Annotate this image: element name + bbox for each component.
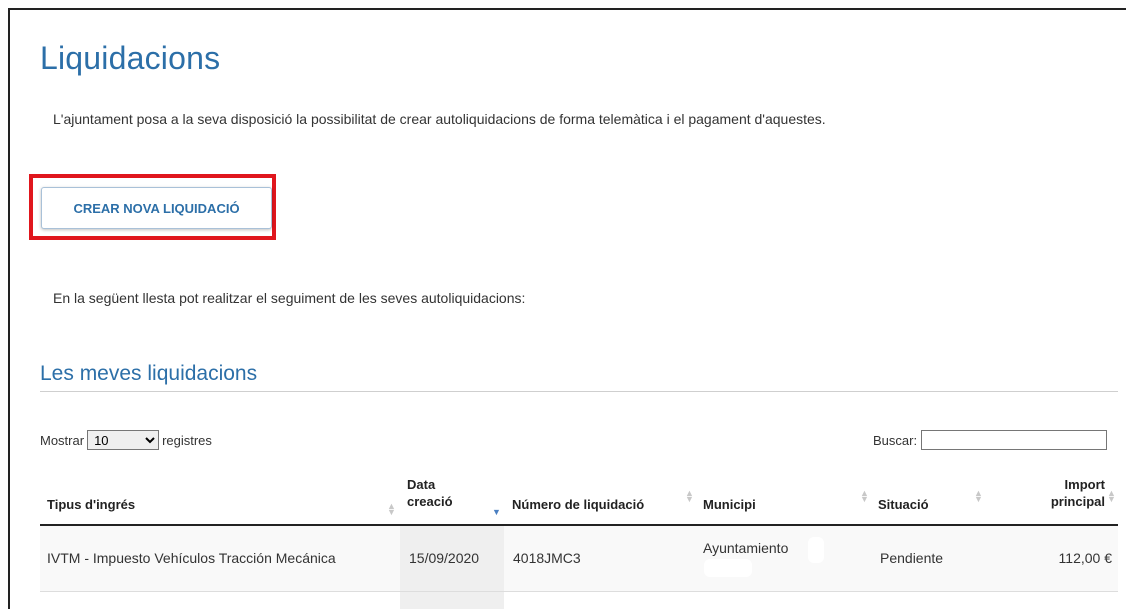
column-header-numero[interactable]: Número de liquidació [512,496,644,513]
sort-both-icon: ▲ ▼ [974,488,983,504]
section-divider [40,391,1118,392]
search-control: Buscar: [873,430,1108,450]
follow-text: En la següent llesta pot realitzar el se… [53,290,526,306]
sort-both-icon: ▲ ▼ [387,501,396,517]
column-header-data[interactable]: Data creació [407,476,453,510]
page-title: Liquidacions [40,40,221,76]
cell-situacio: Pendiente [880,550,944,566]
sorted-column-highlight [400,526,504,609]
create-new-liquidation-button[interactable]: CREAR NOVA LIQUIDACIÓ [41,187,272,229]
redaction-mark [808,537,824,563]
sort-both-icon: ▲ ▼ [685,488,694,504]
cell-numero: 4018JMC3 [513,550,581,566]
page-length-control: Mostrar 10 registres [40,430,212,450]
column-header-import[interactable]: Import principal [1015,476,1105,510]
intro-text: L'ajuntament posa a la seva disposició l… [53,111,826,127]
column-header-situacio[interactable]: Situació [878,496,929,513]
table-row-divider [40,591,1118,592]
cell-import: 112,00 € [1058,550,1112,566]
page-frame [8,8,1126,609]
search-label: Buscar: [873,432,918,448]
section-title: Les meves liquidacions [40,362,258,385]
sort-both-icon: ▲ ▼ [1107,488,1116,504]
cell-tipus: IVTM - Impuesto Vehículos Tracción Mecán… [47,550,336,566]
cell-data: 15/09/2020 [409,550,480,566]
show-label: Mostrar [40,432,85,448]
column-header-tipus[interactable]: Tipus d'ingrés [47,496,135,513]
column-header-municipi[interactable]: Municipi [703,496,756,513]
redaction-mark [704,559,752,577]
sort-desc-icon: ▼ [492,507,501,517]
search-input[interactable] [921,430,1108,450]
cell-municipi: Ayuntamiento [703,540,789,556]
sort-both-icon: ▲ ▼ [860,488,869,504]
records-label: registres [162,432,212,448]
page-length-select[interactable]: 10 [87,430,160,450]
